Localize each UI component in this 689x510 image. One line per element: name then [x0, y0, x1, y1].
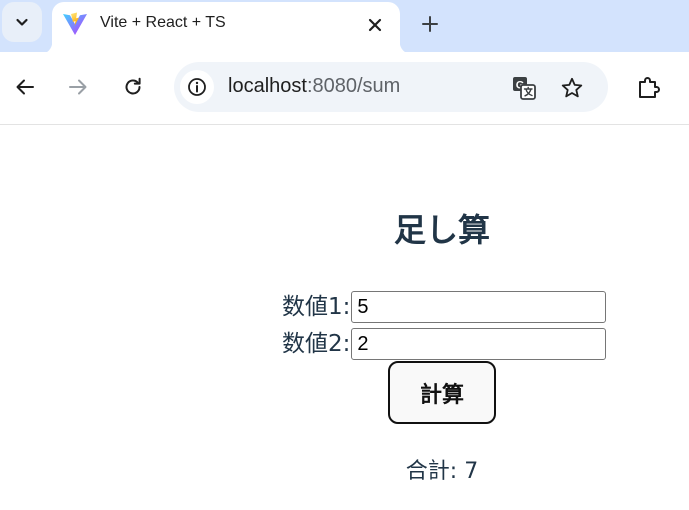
reload-button[interactable] [116, 70, 150, 104]
number2-label: 数値2: [282, 331, 351, 357]
number2-input[interactable] [351, 328, 607, 360]
chevron-down-icon [16, 18, 28, 26]
number1-label: 数値1: [282, 294, 351, 320]
calculate-button[interactable]: 計算 [388, 361, 496, 424]
arrow-right-icon [69, 79, 87, 95]
arrow-left-icon [16, 79, 34, 95]
info-icon [188, 78, 206, 96]
url-text[interactable]: localhost:8080/sum [228, 75, 400, 98]
site-info-button[interactable] [180, 70, 214, 104]
star-icon [561, 77, 583, 98]
reload-icon [125, 77, 141, 95]
url-path: :8080/sum [306, 75, 401, 97]
bookmark-button[interactable] [556, 72, 588, 104]
tab-title: Vite + React + TS [100, 14, 226, 31]
page-content: 足し算 数値1: 数値2: 計算 合計: 7 [0, 125, 689, 510]
translate-button[interactable]: G [508, 72, 540, 104]
plus-icon [422, 16, 438, 32]
back-button[interactable] [8, 70, 42, 104]
page-title: 足し算 [393, 211, 490, 249]
tab-strip: Vite + React + TS [0, 0, 689, 54]
tab-close-button[interactable] [362, 12, 388, 38]
forward-button[interactable] [61, 70, 95, 104]
address-bar[interactable]: localhost:8080/sum G [174, 62, 608, 112]
puzzle-icon [639, 77, 660, 98]
sum-result: 合計: 7 [405, 459, 479, 484]
number2-row: 数値2: [282, 328, 607, 360]
extensions-button[interactable] [632, 70, 666, 104]
active-tab[interactable]: Vite + React + TS [40, 2, 412, 54]
number1-row: 数値1: [282, 291, 607, 323]
vite-logo-icon [63, 12, 87, 35]
number1-input[interactable] [351, 291, 607, 323]
new-tab-button[interactable] [414, 8, 446, 40]
browser-toolbar: localhost:8080/sum G [0, 52, 689, 150]
close-icon [368, 18, 382, 32]
url-host: localhost [228, 75, 307, 97]
translate-icon: G [513, 77, 536, 100]
tab-search-button[interactable] [2, 2, 42, 42]
